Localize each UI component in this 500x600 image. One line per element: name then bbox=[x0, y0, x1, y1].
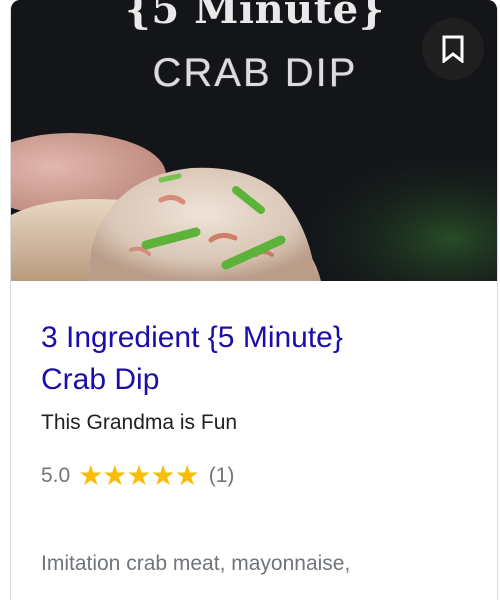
recipe-source: This Grandma is Fun bbox=[41, 411, 238, 434]
recipe-card[interactable]: {5 Minute} CRAB DIP 3 Ingredient {5 Minu… bbox=[10, 0, 498, 600]
recipe-title-line2: Crab Dip bbox=[41, 363, 160, 396]
rating-count: (1) bbox=[208, 464, 235, 487]
star-rating-icon: ★★★★★ bbox=[78, 460, 200, 491]
recipe-title-link[interactable]: 3 Ingredient {5 Minute} Crab Dip bbox=[41, 317, 469, 401]
bookmark-icon bbox=[442, 35, 464, 63]
recipe-description: Imitation crab meat, mayonnaise, bbox=[41, 552, 351, 575]
rating-row: 5.0 ★★★★★ (1) bbox=[41, 461, 469, 491]
card-body: 3 Ingredient {5 Minute} Crab Dip This Gr… bbox=[11, 281, 497, 579]
image-overlay-text-line1: {5 Minute} bbox=[125, 0, 385, 33]
save-button[interactable] bbox=[422, 18, 484, 80]
recipe-title-line1: 3 Ingredient {5 Minute} bbox=[41, 321, 343, 354]
rating-value: 5.0 bbox=[41, 464, 71, 487]
